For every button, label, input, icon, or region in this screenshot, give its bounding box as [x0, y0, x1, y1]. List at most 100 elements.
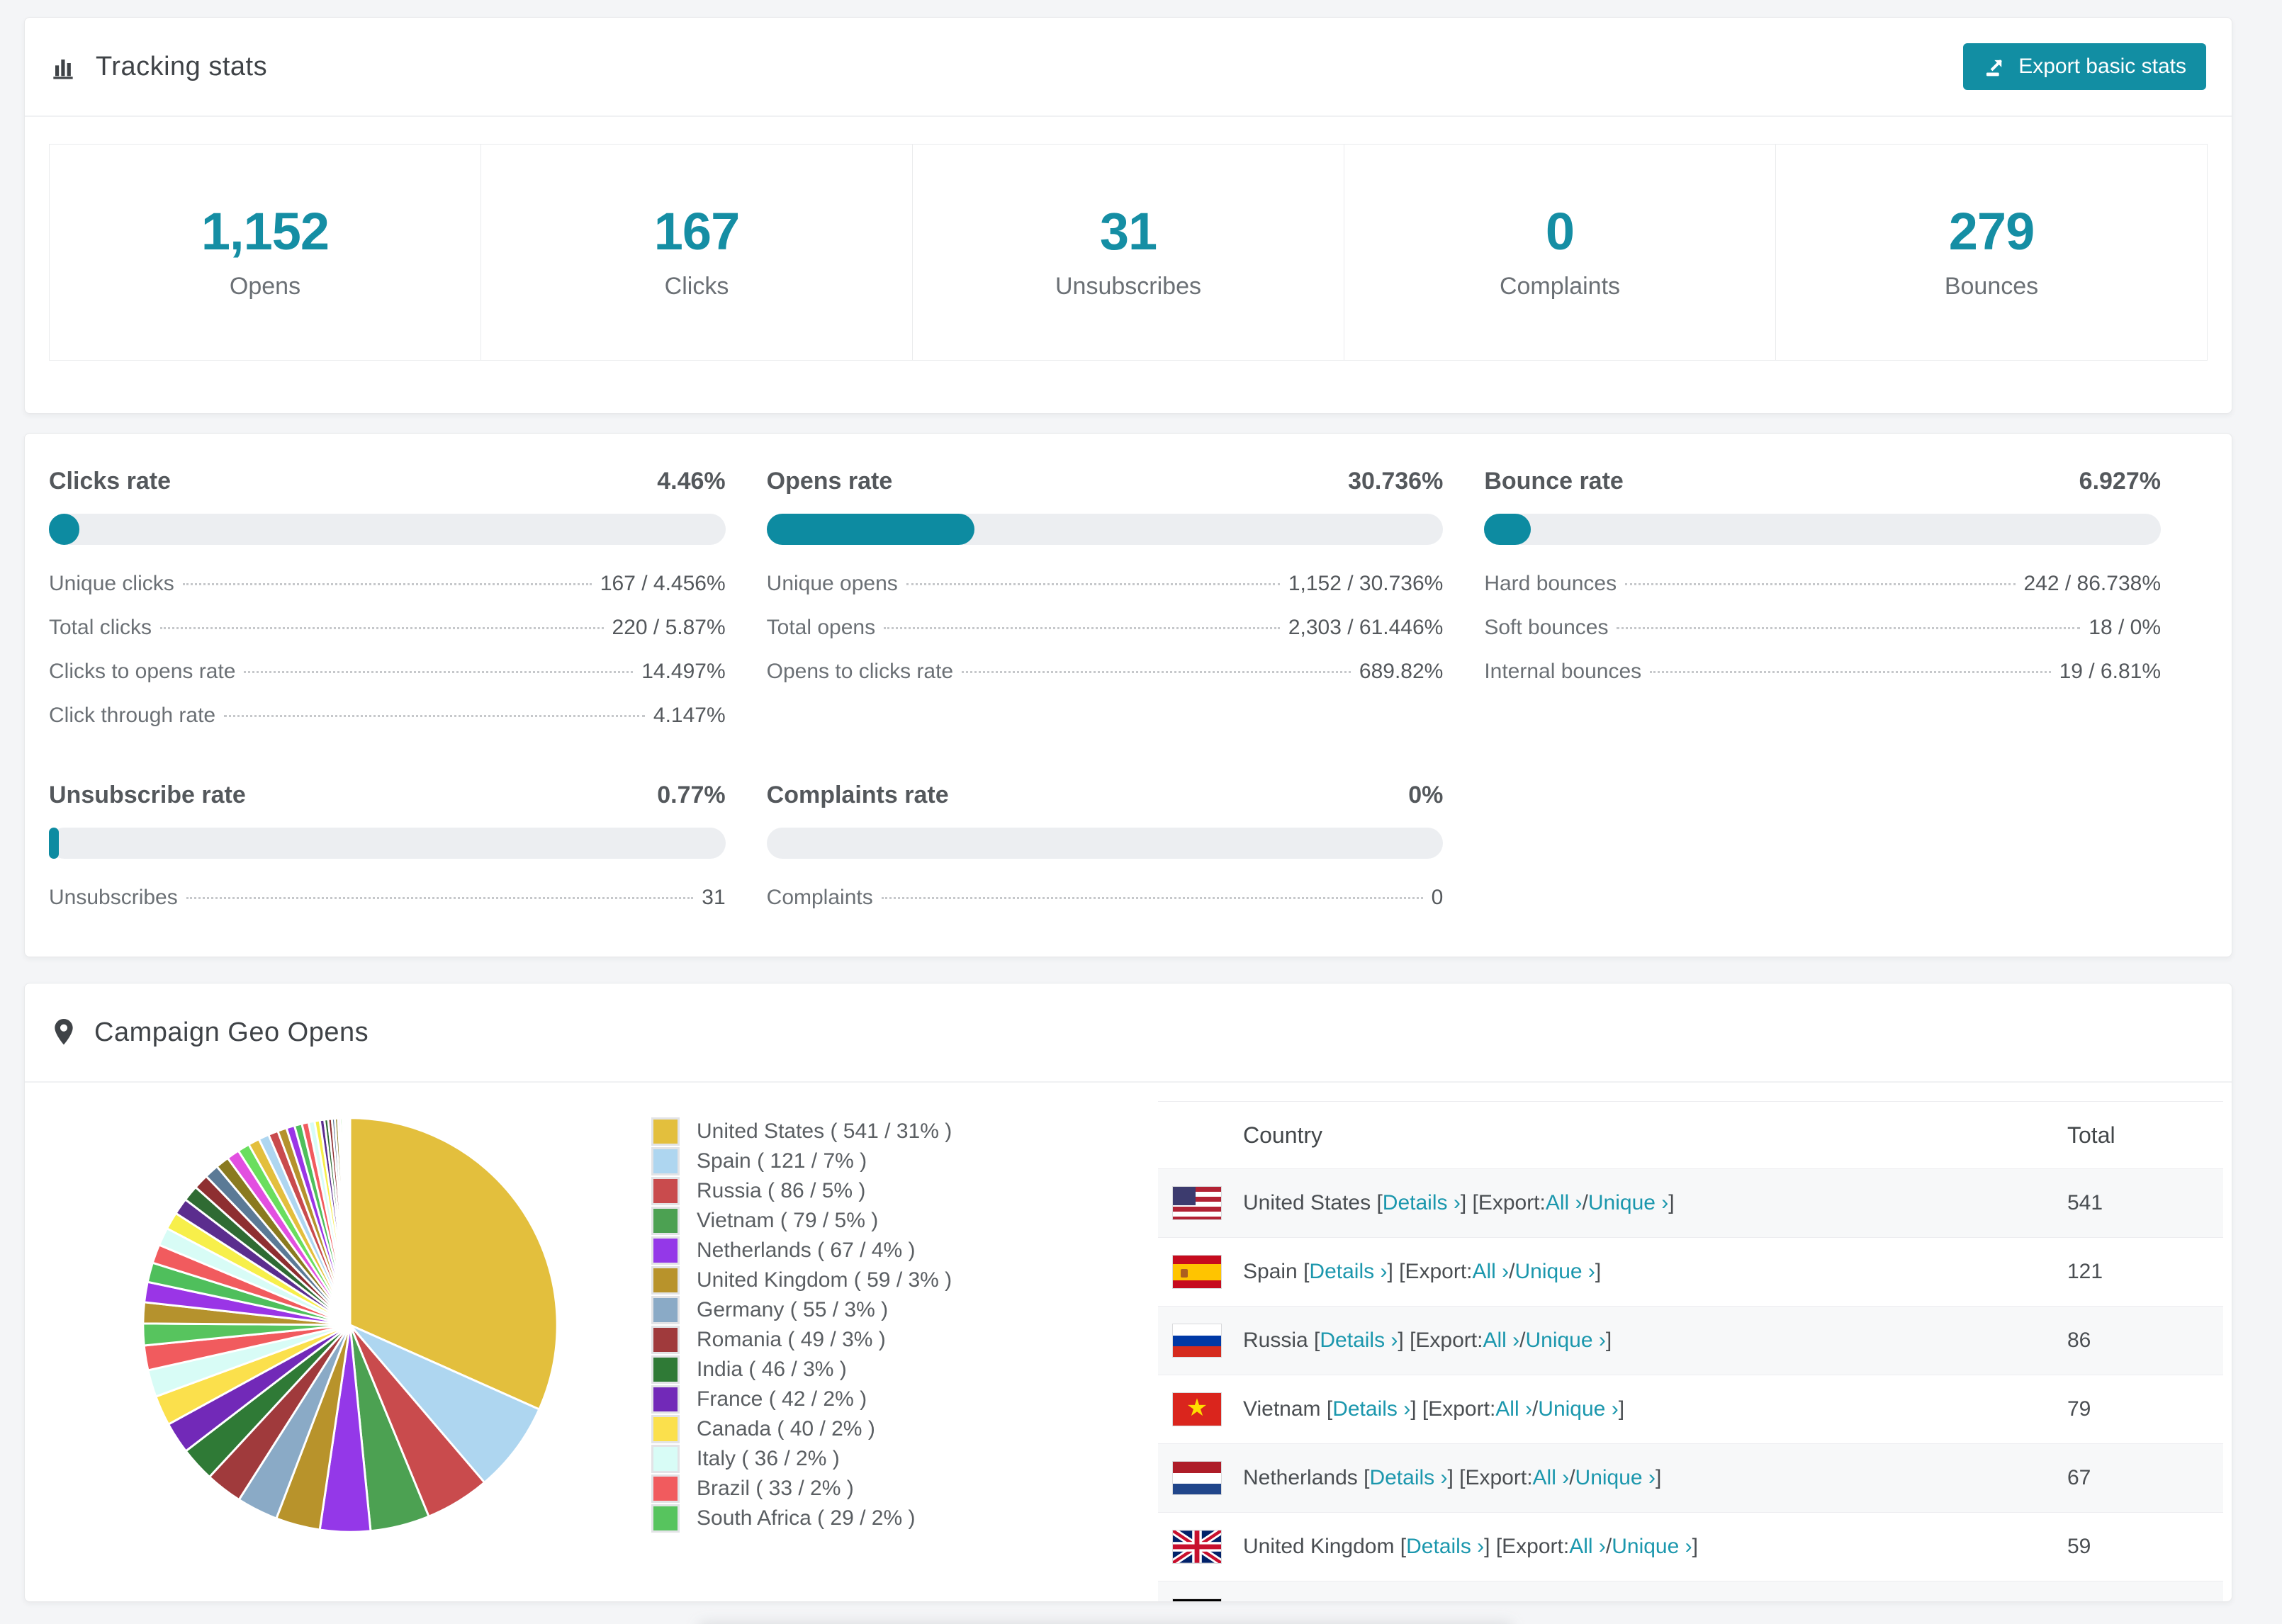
stat-row: Complaints 0	[767, 876, 1444, 920]
pie-slice-other[interactable]	[348, 1117, 352, 1326]
export-all-link[interactable]: All ›	[1473, 1260, 1510, 1284]
progress-track	[49, 828, 726, 859]
dotted-leader	[182, 583, 592, 585]
progress-track	[766, 514, 1444, 545]
export-all-link[interactable]: All ›	[1495, 1397, 1532, 1421]
country-name: Russia	[1243, 1329, 1315, 1352]
summary-box-unsubscribes: 31 Unsubscribes	[913, 145, 1344, 360]
geo-table-rows: United States [Details ›] [Export: All ›…	[1158, 1169, 2223, 1601]
export-all-link[interactable]: All ›	[1533, 1466, 1570, 1490]
bracket: ] [Export:	[1387, 1260, 1473, 1283]
bracket: [	[1376, 1191, 1383, 1214]
legend-item-france: France ( 42 / 2% )	[651, 1385, 984, 1414]
legend-swatch	[651, 1296, 680, 1324]
country-cell: ★ Vietnam [Details ›] [Export: All › / Un…	[1158, 1392, 2067, 1426]
details-link[interactable]: Details ›	[1369, 1466, 1447, 1490]
bar-chart-icon	[50, 52, 79, 81]
legend-label: United Kingdom ( 59 / 3% )	[697, 1268, 952, 1292]
stat-value: 0	[1431, 886, 1444, 909]
stat-row: Total clicks 220 / 5.87%	[49, 606, 726, 650]
rate-value: 30.736%	[1348, 468, 1444, 495]
total-cell: 59	[2067, 1535, 2091, 1558]
rate-value: 6.927%	[2079, 468, 2161, 495]
export-all-link[interactable]: All ›	[1569, 1535, 1606, 1559]
ru-flag-icon	[1172, 1324, 1222, 1358]
legend-item-russia: Russia ( 86 / 5% )	[651, 1176, 984, 1206]
legend-swatch	[651, 1385, 680, 1414]
summary-value: 1,152	[201, 202, 330, 261]
legend-swatch	[651, 1326, 680, 1354]
dotted-leader	[1650, 671, 2051, 673]
nl-flag-icon	[1172, 1461, 1222, 1495]
legend-item-vietnam: Vietnam ( 79 / 5% )	[651, 1206, 984, 1236]
stat-label: Complaints	[766, 886, 873, 909]
legend-item-romania: Romania ( 49 / 3% )	[651, 1325, 984, 1355]
legend-swatch	[651, 1147, 680, 1175]
export-unique-link[interactable]: Unique ›	[1525, 1329, 1605, 1353]
geo-header: Campaign Geo Opens	[25, 983, 2232, 1083]
bracket: ] [Export:	[1484, 1535, 1570, 1558]
country-cell: United Kingdom [Details ›] [Export: All …	[1158, 1530, 2067, 1564]
export-unique-link[interactable]: Unique ›	[1612, 1535, 1692, 1559]
export-all-link[interactable]: All ›	[1483, 1329, 1519, 1353]
details-link[interactable]: Details ›	[1332, 1397, 1410, 1421]
country-cell: Netherlands [Details ›] [Export: All › /…	[1158, 1461, 2067, 1495]
country-name: Spain	[1243, 1260, 1304, 1283]
geo-body: United States ( 541 / 31% ) Spain ( 121 /…	[25, 1083, 2232, 1601]
separator: /	[1531, 1397, 1539, 1421]
legend-item-united-kingdom: United Kingdom ( 59 / 3% )	[651, 1265, 984, 1295]
bracket: ] [Export:	[1398, 1329, 1483, 1352]
separator: /	[1509, 1260, 1515, 1283]
dotted-leader	[160, 627, 604, 629]
stat-value: 2,303 / 61.446%	[1288, 616, 1444, 639]
campaign-geo-opens-card: Campaign Geo Opens United States ( 541 /…	[24, 983, 2232, 1602]
tracking-stats-header: Tracking stats Export basic stats	[25, 18, 2232, 117]
export-unique-link[interactable]: Unique ›	[1588, 1191, 1668, 1215]
stat-value: 31	[702, 886, 726, 909]
separator: /	[1569, 1466, 1575, 1489]
stat-value: 167 / 4.456%	[600, 572, 726, 595]
country-cell: Germany [Details ›] [Export: All › / Uni…	[1158, 1598, 2067, 1601]
details-link[interactable]: Details ›	[1383, 1191, 1461, 1215]
export-unique-link[interactable]: Unique ›	[1538, 1397, 1618, 1421]
vn-flag-icon: ★	[1172, 1392, 1222, 1426]
stat-label: Click through rate	[49, 704, 216, 727]
export-basic-stats-button[interactable]: Export basic stats	[1963, 43, 2206, 90]
export-all-link[interactable]: All ›	[1546, 1191, 1583, 1215]
dotted-leader	[224, 715, 645, 717]
legend-label: United States ( 541 / 31% )	[697, 1120, 952, 1143]
country-cell: United States [Details ›] [Export: All ›…	[1158, 1186, 2067, 1220]
rate-head: Bounce rate 6.927%	[1484, 468, 2161, 495]
stat-label: Unique clicks	[49, 572, 174, 595]
table-row-de: Germany [Details ›] [Export: All › / Uni…	[1158, 1581, 2223, 1601]
bracket: [	[1364, 1466, 1370, 1489]
export-unique-link[interactable]: Unique ›	[1515, 1260, 1595, 1284]
details-link[interactable]: Details ›	[1406, 1535, 1484, 1559]
rate-panel-unsubscribe-rate: Unsubscribe rate 0.77% Unsubscribes 31	[49, 782, 726, 920]
separator: /	[1519, 1329, 1526, 1352]
geo-table-header: Country Total	[1158, 1102, 2223, 1169]
details-link[interactable]: Details ›	[1309, 1260, 1387, 1284]
bracket: [	[1400, 1535, 1407, 1558]
summary-value: 31	[1099, 202, 1157, 261]
legend-label: Vietnam ( 79 / 5% )	[697, 1209, 879, 1232]
legend-label: Russia ( 86 / 5% )	[697, 1179, 866, 1202]
geo-pie-chart	[49, 1101, 651, 1542]
legend-item-italy: Italy ( 36 / 2% )	[651, 1444, 984, 1474]
rate-rows: Complaints 0	[767, 876, 1444, 920]
legend-item-brazil: Brazil ( 33 / 2% )	[651, 1474, 984, 1504]
rate-value: 0%	[1408, 782, 1444, 808]
country-name: United States	[1243, 1191, 1377, 1214]
export-unique-link[interactable]: Unique ›	[1575, 1466, 1656, 1490]
bracket: [	[1326, 1397, 1333, 1421]
stat-label: Unique opens	[766, 572, 898, 595]
details-link[interactable]: Details ›	[1320, 1329, 1398, 1353]
legend-label: France ( 42 / 2% )	[697, 1387, 867, 1411]
dotted-leader	[186, 897, 694, 899]
stat-value: 1,152 / 30.736%	[1288, 572, 1444, 595]
rate-title: Bounce rate	[1484, 468, 1624, 495]
stat-label: Opens to clicks rate	[766, 660, 954, 683]
rate-title: Opens rate	[766, 468, 893, 495]
page: Tracking stats Export basic stats 1,152 O…	[0, 17, 2282, 1624]
progress-track	[766, 828, 1444, 859]
